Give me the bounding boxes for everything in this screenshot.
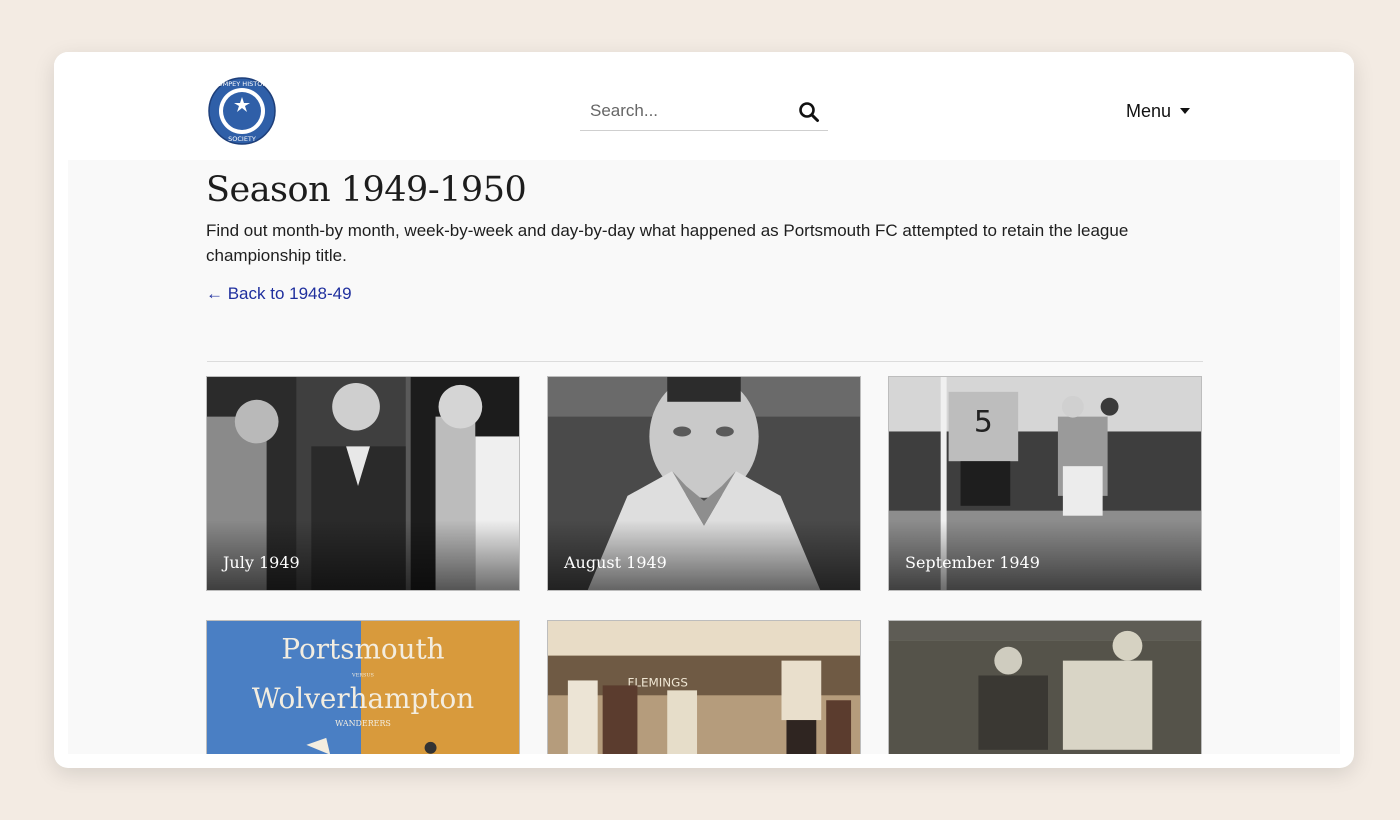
site-header: POMPEY HISTORY SOCIETY Menu: [54, 52, 1354, 160]
poster-sub: WANDERERS: [335, 719, 391, 728]
search-icon[interactable]: [798, 101, 820, 123]
menu-label: Menu: [1126, 100, 1172, 121]
card-photo: [889, 621, 1201, 754]
caret-down-icon: [1180, 108, 1191, 114]
crest-logo-icon: POMPEY HISTORY SOCIETY: [208, 77, 276, 145]
logo-ring-text-bottom: SOCIETY: [228, 135, 256, 143]
section-divider: [207, 361, 1203, 362]
svg-text:5: 5: [974, 405, 993, 440]
card-label: July 1949: [223, 553, 300, 572]
month-card-august-1949[interactable]: August 1949: [547, 376, 861, 591]
month-card-6[interactable]: [888, 620, 1202, 754]
logo-ring-text-top: POMPEY HISTORY: [214, 80, 271, 88]
poster-title: Portsmouth: [281, 633, 444, 666]
poster-opponent: Wolverhampton: [252, 682, 474, 715]
page-title: Season 1949-1950: [206, 170, 527, 210]
page-intro: Find out month-by month, week-by-week an…: [206, 221, 1129, 265]
month-card-5[interactable]: FLEMINGS: [547, 620, 861, 754]
poster-versus: VERSUS: [351, 672, 375, 678]
month-card-4[interactable]: Portsmouth VERSUS Wolverhampton WANDERER…: [206, 620, 520, 754]
search-box: [580, 92, 828, 131]
search-input[interactable]: [580, 92, 790, 130]
menu-toggle[interactable]: Menu: [1126, 99, 1191, 123]
main-content: Season 1949-1950 Find out month-by month…: [68, 160, 1340, 754]
card-label: August 1949: [564, 553, 667, 572]
back-link[interactable]: ← Back to 1948-49: [206, 284, 352, 304]
browser-window: POMPEY HISTORY SOCIETY Menu Season 1949-…: [54, 52, 1354, 768]
card-photo: Portsmouth VERSUS Wolverhampton WANDERER…: [207, 621, 519, 754]
month-card-july-1949[interactable]: July 1949: [206, 376, 520, 591]
card-label: September 1949: [905, 553, 1040, 572]
site-logo[interactable]: POMPEY HISTORY SOCIETY: [208, 77, 276, 145]
card-photo: FLEMINGS: [548, 621, 860, 754]
month-card-september-1949[interactable]: 5 September 1949: [888, 376, 1202, 591]
